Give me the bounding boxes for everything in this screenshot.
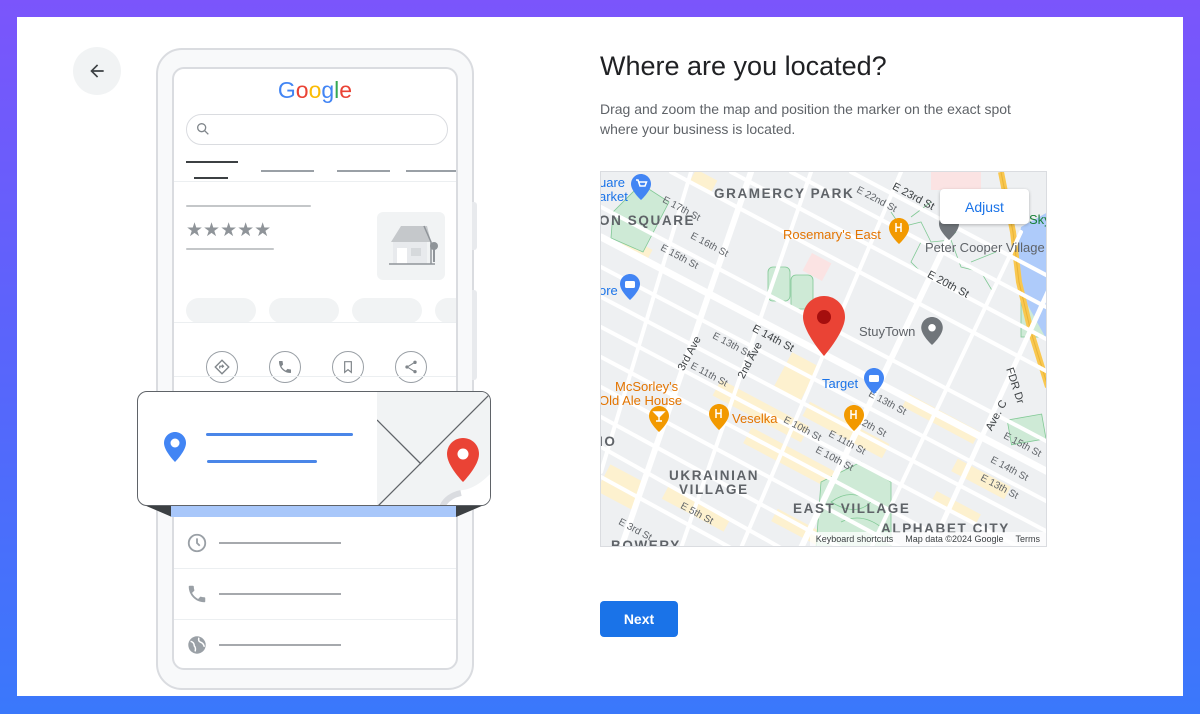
poi-label[interactable]: Rosemary's East: [783, 227, 881, 242]
poi-label[interactable]: ore: [601, 283, 618, 298]
poi-label[interactable]: Peter Cooper Village: [925, 240, 1045, 255]
mini-map: [376, 392, 490, 505]
phone-icon: [279, 361, 291, 373]
storefront-icon: [389, 225, 438, 265]
mock-search-bar: [186, 114, 448, 145]
phone-row: [174, 569, 456, 620]
directions-icon: [214, 359, 230, 375]
terms-link[interactable]: Terms: [1016, 534, 1041, 544]
globe-icon: [188, 636, 206, 654]
restaurant-pin-icon[interactable]: [709, 404, 729, 430]
phone-screen: Google ★★★★★: [172, 67, 458, 670]
website-row: [174, 620, 456, 668]
mock-tabs: [186, 161, 456, 183]
back-button[interactable]: [73, 47, 121, 95]
ribbon-fold: [456, 505, 484, 517]
map-label-east-village: EAST VILLAGE: [793, 501, 911, 516]
poi-label[interactable]: Sky: [1029, 212, 1046, 227]
bar-pin-icon[interactable]: [649, 406, 669, 432]
shopping-bag-pin-icon[interactable]: [864, 368, 884, 394]
directions-action: [206, 351, 238, 383]
shopping-bag-pin-icon[interactable]: [620, 274, 640, 300]
search-icon: [197, 123, 209, 135]
phone-side-button: [472, 290, 477, 380]
poi-label[interactable]: Target: [822, 376, 858, 391]
poi-label[interactable]: StuyTown: [859, 324, 915, 339]
clock-icon: [187, 533, 207, 553]
poi-label[interactable]: uare: [601, 175, 625, 190]
map-label-ukrainian: UKRAINIAN: [669, 468, 760, 483]
location-marker-icon[interactable]: [803, 296, 845, 356]
hours-row: [174, 518, 456, 569]
map-label-village: VILLAGE: [679, 482, 749, 497]
adjust-button[interactable]: Adjust: [940, 189, 1029, 224]
map-attribution: Keyboard shortcuts Map data ©2024 Google…: [809, 532, 1046, 546]
save-action: [332, 351, 364, 383]
page-description: Drag and zoom the map and position the m…: [600, 101, 1011, 137]
ribbon-fold: [144, 505, 172, 517]
rating-stars: ★★★★★: [186, 220, 272, 241]
map-data-credit: Map data ©2024 Google: [905, 534, 1004, 544]
poi-label[interactable]: Old Ale House: [601, 393, 682, 408]
share-action: [395, 351, 427, 383]
location-pin-icon: [164, 432, 186, 462]
call-action: [269, 351, 301, 383]
shopping-cart-pin-icon[interactable]: [631, 174, 651, 200]
share-icon: [405, 360, 417, 374]
restaurant-pin-icon[interactable]: [844, 405, 864, 431]
location-map[interactable]: GRAMERCY PARK ON SQUARE UKRAINIAN VILLAG…: [600, 171, 1047, 547]
poi-label[interactable]: McSorley's: [615, 379, 678, 394]
phone-side-button: [472, 202, 477, 250]
next-button[interactable]: Next: [600, 601, 678, 637]
google-logo: Google: [277, 77, 353, 103]
map-label-gramercy: GRAMERCY PARK: [714, 186, 855, 201]
poi-label[interactable]: Veselka: [732, 411, 778, 426]
restaurant-pin-icon[interactable]: [889, 218, 909, 244]
bookmark-icon: [344, 361, 352, 374]
page-title: Where are you located?: [600, 51, 887, 81]
poi-label[interactable]: arket: [601, 189, 628, 204]
business-thumbnail: [377, 212, 445, 280]
phone-icon: [188, 585, 206, 603]
location-card-illustration: [137, 391, 491, 506]
arrow-left-icon: [90, 64, 104, 78]
address-ribbon: [171, 506, 456, 517]
map-label-soho: IO: [600, 434, 617, 449]
landmark-pin-icon[interactable]: [921, 317, 943, 345]
keyboard-shortcuts-link[interactable]: Keyboard shortcuts: [816, 534, 894, 544]
